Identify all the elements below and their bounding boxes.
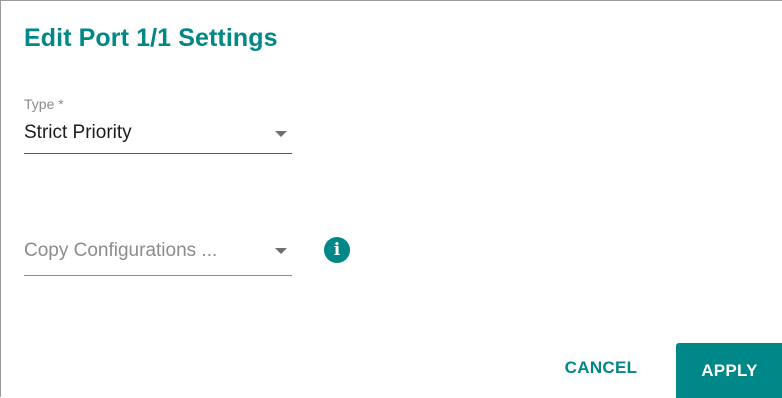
chevron-down-icon[interactable] xyxy=(275,131,287,137)
chevron-down-icon[interactable] xyxy=(275,248,287,254)
type-select-row[interactable]: Strict Priority xyxy=(24,113,292,154)
info-icon[interactable]: i xyxy=(324,237,350,263)
edit-port-dialog: Edit Port 1/1 Settings Type * Strict Pri… xyxy=(0,0,782,398)
copy-configurations-select-row[interactable]: Copy Configurations ... xyxy=(24,233,292,276)
type-selected-value: Strict Priority xyxy=(24,122,132,143)
cancel-button[interactable]: CANCEL xyxy=(547,345,655,391)
type-label: Type * xyxy=(24,96,64,112)
dialog-title: Edit Port 1/1 Settings xyxy=(24,24,278,52)
apply-button[interactable]: APPLY xyxy=(676,343,782,398)
type-select[interactable]: Type * Strict Priority xyxy=(24,95,292,154)
copy-configurations-placeholder: Copy Configurations ... xyxy=(24,240,218,261)
copy-configurations-select[interactable]: Copy Configurations ... xyxy=(24,233,292,276)
